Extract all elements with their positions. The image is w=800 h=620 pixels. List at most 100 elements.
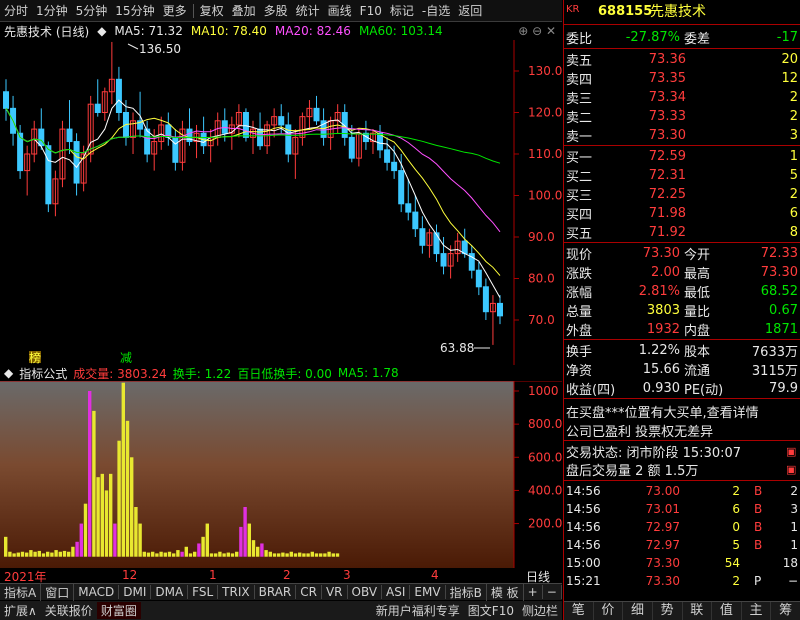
indicator-tab[interactable]: EMV <box>410 585 446 599</box>
panel-tab[interactable]: 势 <box>653 602 683 620</box>
expand-icon[interactable]: ▣ <box>786 445 796 458</box>
toolbar-item[interactable]: 更多 <box>159 2 191 19</box>
volume-bar <box>239 526 243 557</box>
tick-row: 14:56 73.00 2 B 2 <box>564 482 800 500</box>
panel-tab[interactable]: 联 <box>683 602 713 620</box>
volume-bar <box>314 553 319 557</box>
sidebar-link[interactable]: 侧边栏 <box>518 602 562 619</box>
tick-row: 15:00 73.30 54 18 <box>564 554 800 572</box>
stat-row: 净资 15.66 流通 3115万 <box>564 360 800 379</box>
toolbar-item[interactable]: 画线 <box>324 2 356 19</box>
news-line-1[interactable]: 在买盘***位置有大买单,查看详情 <box>564 402 800 421</box>
indicator-tab[interactable]: OBV <box>348 585 383 599</box>
related-quote-tab[interactable]: 关联报价 <box>41 602 97 619</box>
tick-volume: 6 <box>732 502 740 516</box>
news-line-2[interactable]: 公司已盈利 投票权无差异 <box>564 421 800 440</box>
volume-bar <box>184 546 188 557</box>
book-label: 买一 <box>566 150 593 166</box>
candle-body <box>3 91 9 109</box>
indicator-name[interactable]: 指标公式 <box>19 365 67 382</box>
volume-bar <box>293 553 298 557</box>
expand-button[interactable]: 扩展∧ <box>0 602 41 619</box>
volume-bar <box>289 551 293 557</box>
toolbar-item[interactable]: 标记 <box>386 2 418 19</box>
indicator-tab[interactable]: FSL <box>188 585 219 599</box>
toolbar-item[interactable]: 复权 <box>196 2 228 19</box>
indicator-tab[interactable]: DMI <box>119 585 152 599</box>
volume-label: 成交量: 3803.24 <box>73 366 167 381</box>
candlestick-chart[interactable]: 130.0 120.0 110.0 100.0 90.0 80.0 70.0 136.50 6… <box>0 40 562 365</box>
ask-row: 卖一 73.30 3 <box>564 126 800 145</box>
stat-value: 73.30 <box>760 264 798 280</box>
f10-link[interactable]: 图文F10 <box>464 602 518 619</box>
book-volume: 6 <box>789 205 798 221</box>
price-tick-label: 130.0 <box>528 64 562 78</box>
volume-bar <box>172 553 176 557</box>
volume-bar <box>4 536 8 557</box>
toolbar-item[interactable]: 统计 <box>292 2 324 19</box>
ma60-label: MA60: 103.14 <box>358 24 443 38</box>
panel-tab[interactable]: 价 <box>594 602 624 620</box>
toolbar-item[interactable]: 分时 <box>0 2 32 19</box>
indicator-tab[interactable]: 模 板 <box>487 583 524 601</box>
indicator-tab[interactable]: − <box>543 585 562 599</box>
tick-price: 73.30 <box>645 556 680 570</box>
toolbar-item[interactable]: 返回 <box>454 2 486 19</box>
quote-panel: KR 688155 先惠技术 委比 -27.87% 委差 -17 卖五 73.36… <box>563 0 800 620</box>
panel-tab[interactable]: 值 <box>712 602 742 620</box>
indicator-tab[interactable]: ASI <box>382 585 411 599</box>
toolbar-item[interactable]: 1分钟 <box>32 2 72 19</box>
weibi-value: -27.87% <box>625 29 680 45</box>
toolbar-item[interactable]: F10 <box>356 4 386 18</box>
indicator-tab[interactable]: BRAR <box>255 585 297 599</box>
indicator-tab[interactable]: + <box>524 585 543 599</box>
indicator-tab[interactable]: 窗口 <box>41 583 75 601</box>
candle-body <box>115 78 122 113</box>
expand-icon[interactable]: ▣ <box>786 463 796 476</box>
volume-bar <box>100 473 104 557</box>
volume-bar <box>20 551 25 557</box>
date-tick: 12 <box>122 568 138 582</box>
date-tick: 2 <box>283 568 291 582</box>
toolbar-item[interactable]: 15分钟 <box>111 2 158 19</box>
book-volume: 2 <box>789 108 798 124</box>
volume-bar <box>180 551 184 557</box>
panel-tab[interactable]: 筹 <box>771 602 800 620</box>
candle-body <box>475 269 482 288</box>
panel-tab[interactable]: 笔 <box>564 602 594 620</box>
panel-tab[interactable]: 主 <box>742 602 772 620</box>
chevron-down-icon[interactable]: ◆ <box>4 366 13 380</box>
indicator-tab[interactable]: VR <box>322 585 348 599</box>
stat-value: 2.00 <box>651 264 680 280</box>
stat-label: 最高 <box>684 266 711 282</box>
settings-icons[interactable]: ⊕ ⊖ ✕ <box>518 24 556 38</box>
stat-value: 7633万 <box>751 344 798 360</box>
volume-bar <box>88 391 92 557</box>
period-toolbar: 分时 1分钟 5分钟 15分钟 更多 复权 叠加 多股 统计 画线 F10 标记 -自选 返回 <box>0 0 562 22</box>
volume-bar <box>96 477 100 557</box>
ask-row: 卖二 73.33 2 <box>564 107 800 126</box>
indicator-tab[interactable]: TRIX <box>218 585 255 599</box>
volume-bar <box>113 523 117 557</box>
wealth-circle-tab[interactable]: 财富圈 <box>96 602 141 619</box>
toolbar-item[interactable]: -自选 <box>418 2 454 19</box>
ma20-label: MA20: 82.46 <box>274 24 351 38</box>
tick-time: 15:21 <box>566 574 601 588</box>
weicha-value: -17 <box>776 29 798 45</box>
indicator-tab[interactable]: CR <box>296 585 322 599</box>
toolbar-item[interactable]: 多股 <box>260 2 292 19</box>
volume-bar <box>205 523 209 557</box>
indicator-tab[interactable]: 指标A <box>0 583 42 601</box>
reduce-marker-label[interactable]: 减 <box>120 351 132 365</box>
volume-chart[interactable]: 1000 800.0 600.0 400.0 200.0 <box>0 381 562 568</box>
new-user-link[interactable]: 新用户福利专享 <box>372 602 464 619</box>
high-pointer <box>127 43 139 50</box>
chevron-down-icon[interactable]: ◆ <box>97 24 106 38</box>
toolbar-item[interactable]: 5分钟 <box>72 2 112 19</box>
indicator-tab[interactable]: DMA <box>151 585 189 599</box>
indicator-tab[interactable]: MACD <box>74 585 120 599</box>
indicator-tab[interactable]: 指标B <box>446 583 487 601</box>
panel-tab[interactable]: 细 <box>623 602 653 620</box>
toolbar-item[interactable]: 叠加 <box>228 2 260 19</box>
tick-side: B <box>754 502 763 516</box>
